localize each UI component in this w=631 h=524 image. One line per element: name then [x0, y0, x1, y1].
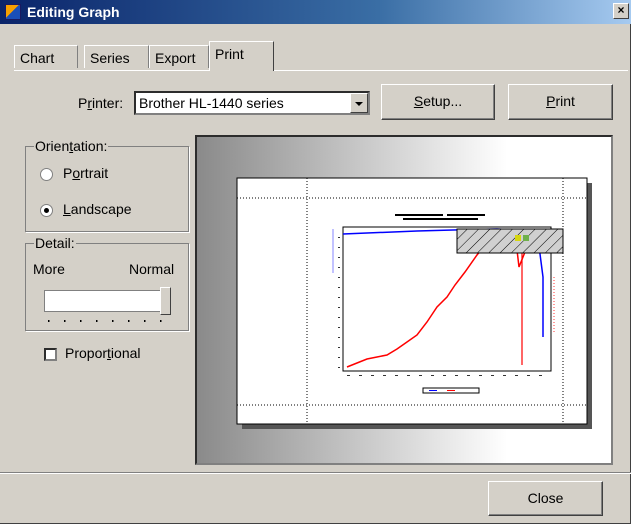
chevron-down-icon[interactable] [350, 93, 368, 113]
detail-slider-ticks [48, 320, 162, 322]
close-icon[interactable]: × [613, 3, 629, 19]
detail-slider-thumb[interactable] [160, 287, 171, 315]
tab-series-label: Series [90, 50, 130, 66]
printer-label: Printer: [78, 95, 124, 111]
printer-select[interactable]: Brother HL-1440 series [134, 91, 370, 115]
tab-print[interactable]: Print [209, 41, 274, 71]
tab-series[interactable]: Series [84, 45, 149, 68]
tab-export-label: Export [155, 50, 196, 66]
proportional-label: Proportional [65, 345, 141, 361]
orientation-group: Orientation: [25, 138, 189, 232]
tab-print-label: Print [215, 46, 244, 62]
print-preview [195, 135, 613, 465]
landscape-radio[interactable] [40, 204, 53, 217]
orientation-title: Orientation: [34, 138, 109, 154]
print-button[interactable]: Print [508, 84, 613, 120]
bottom-separator-highlight [0, 473, 631, 474]
landscape-label: Landscape [63, 201, 132, 217]
setup-button[interactable]: Setup... [381, 84, 495, 120]
detail-more-label: More [33, 261, 65, 277]
detail-normal-label: Normal [129, 261, 175, 277]
window-title: Editing Graph [27, 4, 120, 20]
app-chart-icon [5, 4, 21, 20]
portrait-label: Portrait [63, 165, 109, 181]
portrait-radio[interactable] [40, 168, 53, 181]
proportional-checkbox[interactable] [44, 348, 57, 361]
detail-title: Detail: [34, 235, 76, 251]
printer-select-value: Brother HL-1440 series [139, 95, 284, 111]
detail-slider-track[interactable] [44, 290, 169, 312]
tab-chart-label: Chart [20, 50, 55, 66]
close-button[interactable]: Close [488, 481, 603, 516]
tab-export[interactable]: Export [149, 45, 209, 68]
title-bar[interactable]: Editing Graph × [0, 0, 631, 24]
preview-page [236, 177, 592, 429]
tab-chart[interactable]: Chart [14, 45, 78, 68]
editing-graph-dialog: Editing Graph × Chart Series Export Prin… [0, 0, 631, 524]
